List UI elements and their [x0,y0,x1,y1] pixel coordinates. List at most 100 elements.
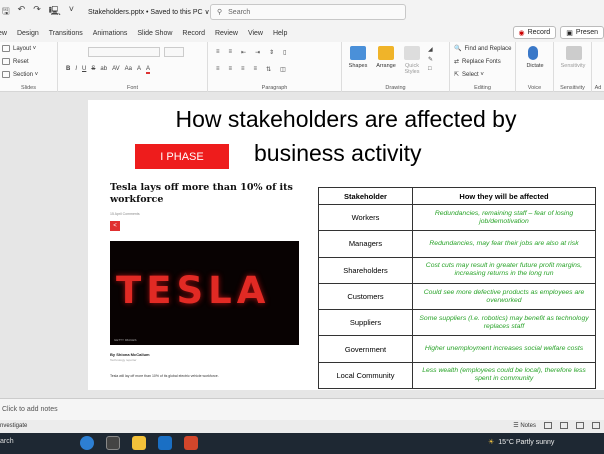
shape-fill-icon[interactable]: ◢ [428,46,433,53]
present-icon[interactable]: 🖳 [49,4,61,20]
align-right-icon[interactable]: ≡ [241,66,245,73]
redo-icon[interactable]: ↷ [33,4,41,20]
undo-icon[interactable]: ↶ [18,4,26,20]
notes-toggle[interactable]: ☰ Notes [513,422,536,429]
slideshow-view-icon[interactable] [592,422,600,429]
weather-widget[interactable]: ☀ 15°C Partly sunny [488,438,554,447]
strike-button[interactable]: S [91,66,95,74]
columns-icon[interactable]: ▯ [283,49,286,56]
document-title[interactable]: Stakeholders.pptx • Saved to this PC ∨ [88,8,210,16]
reading-view-icon[interactable] [576,422,584,429]
shadow-button[interactable]: ab [100,66,107,74]
reset-icon [2,58,10,65]
font-color-button[interactable]: A [145,66,150,74]
tab-design[interactable]: Design [17,30,39,37]
shape-outline-icon[interactable]: ✎ [428,56,433,63]
quick-access-toolbar: 🖫 ↶ ↷ 🖳 ˅ [2,4,74,20]
highlight-button[interactable]: A [137,66,141,74]
font-size-dropdown[interactable] [164,47,184,57]
font-group-label: Font [126,85,138,91]
slide[interactable]: How stakeholders are affected by I PHASE… [88,100,604,390]
powerpoint-icon[interactable] [184,436,198,450]
spacing-button[interactable]: AV [112,66,120,74]
tab-record[interactable]: Record [182,30,205,37]
file-explorer-icon[interactable] [132,436,146,450]
reset-button[interactable]: Reset [2,58,29,65]
edge-icon[interactable] [80,436,94,450]
task-view-icon[interactable] [106,436,120,450]
slide-title-line-2[interactable]: business activity [254,140,421,167]
drawing-group-label: Drawing [385,85,406,91]
customize-icon[interactable]: ˅ [69,4,74,20]
quick-styles-button[interactable]: Quick Styles [400,63,424,75]
dictate-button[interactable]: Dictate [518,63,552,69]
underline-button[interactable]: U [82,66,86,74]
slide-title-line-1[interactable]: How stakeholders are affected by [88,106,604,133]
table-row: Workers Redundancies, remaining staff – … [318,203,596,232]
notes-pane[interactable]: Click to add notes [0,398,604,420]
shape-effects-icon[interactable]: □ [428,66,433,72]
header-stakeholder: Stakeholder [318,187,413,205]
search-icon: ⚲ [217,9,223,16]
editing-group-label: Editing [474,85,491,91]
arrange-icon[interactable] [378,46,394,60]
stakeholder-cell: Local Community [318,361,413,390]
notes-icon: ☰ [513,423,519,429]
record-button[interactable]: ◉ Record [512,26,557,39]
phase-label[interactable]: I PHASE [135,144,229,169]
shapes-icon[interactable] [350,46,366,60]
decrease-indent-icon[interactable]: ⇤ [241,49,246,56]
taskbar-search[interactable]: arch [0,438,14,445]
tesla-logo-word: TESLA [116,269,271,312]
sensitivity-icon[interactable] [566,46,582,60]
present-button[interactable]: ▣ Presen [560,26,604,39]
quick-styles-icon[interactable] [404,46,420,60]
search-box[interactable]: ⚲ Search [210,4,406,20]
layout-button[interactable]: Layout ˅ [2,45,36,52]
font-group: B I U S ab AV Aa A A Font [58,42,208,92]
search-input[interactable]: Search [228,9,250,16]
tab-view-partial[interactable]: ew [0,30,7,37]
font-name-dropdown[interactable] [88,47,160,57]
tab-animations[interactable]: Animations [93,30,128,37]
paragraph-group-label: Paragraph [261,85,288,91]
shapes-button[interactable]: Shapes [345,63,371,69]
tab-review[interactable]: Review [215,30,238,37]
microphone-icon[interactable] [528,46,538,60]
save-icon[interactable]: 🖫 [2,4,10,20]
tab-help[interactable]: Help [273,30,287,37]
sensitivity-group-label: Sensitivity [560,85,585,91]
effect-cell: Cost cuts may result in greater future p… [412,256,596,284]
tesla-logo-image[interactable]: TESLA GETTY IMAGES [110,241,299,345]
sensitivity-button[interactable]: Sensitivity [554,63,592,69]
voice-group: Dictate Voice [516,42,554,92]
text-direction-icon[interactable]: ⇅ [266,66,271,73]
section-button[interactable]: Section ˅ [2,71,38,78]
find-replace-button[interactable]: 🔍 Find and Replace [454,45,512,53]
numbering-icon[interactable]: ≡ [229,49,233,56]
notes-placeholder[interactable]: Click to add notes [2,406,58,413]
arrange-button[interactable]: Arrange [372,63,400,69]
outlook-icon[interactable] [158,436,172,450]
smartart-icon[interactable]: ◫ [280,66,286,73]
case-button[interactable]: Aa [125,66,132,74]
replace-fonts-button[interactable]: ⇄ Replace Fonts [454,58,501,66]
stakeholder-table[interactable]: Stakeholder How they will be affected Wo… [318,187,596,390]
line-spacing-icon[interactable]: ⇕ [269,49,274,56]
align-center-icon[interactable]: ≡ [229,66,233,73]
tab-slide-show[interactable]: Slide Show [137,30,172,37]
slide-sorter-icon[interactable] [560,422,568,429]
justify-icon[interactable]: ≡ [254,66,258,73]
increase-indent-icon[interactable]: ⇥ [255,49,260,56]
bold-button[interactable]: B [66,66,70,74]
image-credit: GETTY IMAGES [114,338,137,342]
italic-button[interactable]: I [75,66,77,74]
bullets-icon[interactable]: ≡ [216,49,220,56]
table-row: Shareholders Cost cuts may result in gre… [318,256,596,284]
tab-transitions[interactable]: Transitions [49,30,83,37]
normal-view-icon[interactable] [544,422,552,429]
accessibility-status[interactable]: nvestigate [0,423,27,429]
align-left-icon[interactable]: ≡ [216,66,220,73]
tab-view[interactable]: View [248,30,263,37]
select-button[interactable]: ⇱ Select ˅ [454,71,484,79]
